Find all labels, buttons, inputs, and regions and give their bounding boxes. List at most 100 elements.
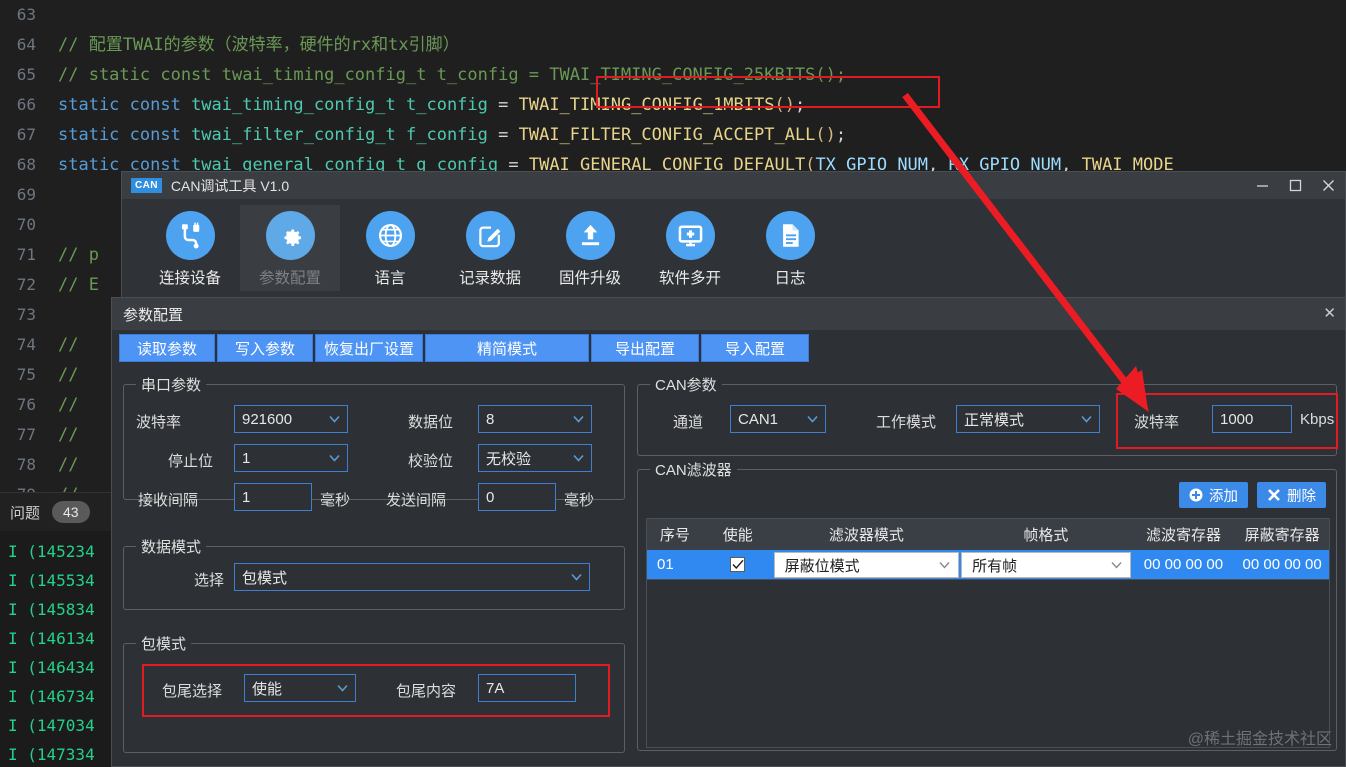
packet-mode-title: 包模式 bbox=[136, 633, 192, 654]
serial-baudrate-value: 921600 bbox=[242, 410, 293, 428]
can-filter-title: CAN滤波器 bbox=[650, 459, 737, 480]
can-baudrate-value: 1000 bbox=[1220, 410, 1254, 428]
filter-mode-cell: 屏蔽位模式 bbox=[773, 550, 960, 579]
toolbar-item-label: 固件升级 bbox=[558, 270, 621, 287]
line-number: 67 bbox=[16, 125, 36, 144]
serial-tx-interval-input[interactable]: 0 bbox=[478, 483, 556, 511]
filter-col-header: 滤波寄存器 bbox=[1145, 527, 1221, 544]
toolbar-item-4[interactable]: 固件升级 bbox=[540, 205, 640, 291]
close-x-icon bbox=[1268, 489, 1280, 501]
frame-format-cell: 所有帧 bbox=[960, 550, 1131, 579]
filter-table: 序号 使能 滤波器模式 帧格式 滤波寄存器 屏蔽寄存器 01 屏蔽位模式 所有帧 00 00 0… bbox=[646, 518, 1330, 748]
tail-select-value: 使能 bbox=[252, 680, 283, 698]
toolbar-item-3[interactable]: 记录数据 bbox=[440, 205, 540, 291]
code-token: TWAI_TIMING_CONFIG_1MBITS bbox=[518, 95, 775, 115]
serial-stopbits-select[interactable]: 1 bbox=[234, 444, 348, 472]
close-icon[interactable] bbox=[1312, 172, 1345, 199]
line-number: 73 bbox=[16, 305, 36, 324]
can-mode-label: 工作模式 bbox=[876, 414, 937, 431]
dialog-titlebar: 参数配置 ✕ bbox=[112, 298, 1345, 330]
line-number: 69 bbox=[16, 185, 36, 204]
chevron-down-icon bbox=[807, 415, 818, 423]
can-baudrate-input[interactable]: 1000 bbox=[1212, 405, 1292, 433]
frame-format-select[interactable]: 所有帧 bbox=[961, 552, 1131, 578]
serial-rx-interval-value: 1 bbox=[242, 488, 251, 506]
toolbar-item-label: 参数配置 bbox=[258, 270, 321, 287]
code-line: 67 static const twai_filter_config_t f_co… bbox=[0, 120, 1346, 150]
data-mode-value: 包模式 bbox=[242, 569, 288, 587]
filter-enable-checkbox[interactable] bbox=[730, 557, 746, 572]
filter-col-header: 帧格式 bbox=[1023, 527, 1069, 544]
serial-rx-interval-input[interactable]: 1 bbox=[234, 483, 312, 511]
serial-parity-select[interactable]: 无校验 bbox=[478, 444, 592, 472]
dialog-close-icon[interactable]: ✕ bbox=[1323, 306, 1336, 321]
can-params-group: CAN参数 通道 CAN1 工作模式 正常模式 波特率 1000 Kbps bbox=[637, 374, 1338, 456]
can-window-titlebar[interactable]: CAN CAN调试工具 V1.0 bbox=[122, 172, 1345, 199]
can-window-title: CAN调试工具 V1.0 bbox=[170, 177, 290, 194]
data-mode-select-label: 选择 bbox=[194, 572, 225, 589]
serial-stopbits-value: 1 bbox=[242, 449, 251, 467]
serial-baudrate-label: 波特率 bbox=[136, 414, 182, 431]
data-mode-select[interactable]: 包模式 bbox=[234, 563, 590, 591]
code-token: TWAI_FILTER_CONFIG_ACCEPT_ALL bbox=[518, 125, 816, 145]
code-token: // bbox=[58, 365, 79, 385]
code-token: = bbox=[498, 95, 519, 115]
code-line: 64 // 配置TWAI的参数（波特率，硬件的rx和tx引脚） bbox=[0, 30, 1346, 60]
toolbar-item-2[interactable]: 语言 bbox=[340, 205, 440, 291]
add-filter-button[interactable]: 添加 bbox=[1179, 482, 1248, 508]
line-number: 70 bbox=[16, 215, 36, 234]
chevron-down-icon bbox=[329, 415, 340, 423]
toolbar-item-6[interactable]: 日志 bbox=[740, 205, 840, 291]
code-token: f_config bbox=[406, 125, 499, 145]
code-token: ; bbox=[794, 95, 806, 115]
can-mode-value: 正常模式 bbox=[964, 411, 1025, 429]
can-filter-group: CAN滤波器 添加 删除 序号 使能 滤波器模式 帧格式 滤波寄存器 屏蔽寄存器… bbox=[637, 459, 1337, 751]
can-params-title: CAN参数 bbox=[650, 374, 722, 395]
filter-actions: 添加 删除 bbox=[1179, 482, 1326, 508]
can-channel-value: CAN1 bbox=[738, 410, 779, 428]
chevron-down-icon bbox=[1111, 562, 1122, 569]
code-token: // bbox=[58, 425, 79, 445]
toolbar-item-5[interactable]: 软件多开 bbox=[640, 205, 740, 291]
can-tool-window: CAN CAN调试工具 V1.0 连接设备 参数配置 语言 记录数据 固件升级 软件多开 日… bbox=[121, 171, 1346, 297]
param-config-dialog: 参数配置 ✕ 读取参数 写入参数 恢复出厂设置 精简模式 导出配置 导入配置 串口参数 波… bbox=[111, 297, 1346, 767]
line-number: 68 bbox=[16, 155, 36, 174]
line-number: 74 bbox=[16, 335, 36, 354]
dialog-tab-1[interactable]: 写入参数 bbox=[217, 334, 313, 362]
mask-register-cell[interactable]: 00 00 00 00 bbox=[1235, 550, 1329, 579]
tab-problems[interactable]: 问题 bbox=[10, 502, 40, 523]
add-filter-label: 添加 bbox=[1209, 488, 1238, 505]
toolbar-item-0[interactable]: 连接设备 bbox=[140, 205, 240, 291]
serial-databits-select[interactable]: 8 bbox=[478, 405, 592, 433]
delete-filter-button[interactable]: 删除 bbox=[1257, 482, 1326, 508]
code-token: () bbox=[774, 95, 795, 115]
code-token: () bbox=[815, 125, 836, 145]
dialog-tab-4[interactable]: 导出配置 bbox=[591, 334, 699, 362]
code-token: // bbox=[58, 335, 79, 355]
chevron-down-icon bbox=[573, 454, 584, 462]
tail-content-input[interactable]: 7A bbox=[478, 674, 576, 702]
dialog-tab-0[interactable]: 读取参数 bbox=[119, 334, 215, 362]
dialog-tab-5[interactable]: 导入配置 bbox=[701, 334, 809, 362]
serial-params-title: 串口参数 bbox=[136, 374, 207, 395]
serial-baudrate-select[interactable]: 921600 bbox=[234, 405, 348, 433]
filter-register-cell[interactable]: 00 00 00 00 bbox=[1132, 550, 1236, 579]
filter-table-row[interactable]: 01 屏蔽位模式 所有帧 00 00 00 00 00 00 00 00 bbox=[646, 550, 1330, 580]
chevron-down-icon bbox=[337, 684, 348, 692]
filter-mode-select[interactable]: 屏蔽位模式 bbox=[773, 552, 960, 578]
dialog-tab-3[interactable]: 精简模式 bbox=[425, 334, 589, 362]
chevron-down-icon bbox=[1081, 415, 1092, 423]
tail-select[interactable]: 使能 bbox=[244, 674, 356, 702]
dialog-tab-2[interactable]: 恢复出厂设置 bbox=[315, 334, 423, 362]
maximize-icon[interactable] bbox=[1279, 172, 1312, 199]
can-channel-select[interactable]: CAN1 bbox=[730, 405, 826, 433]
serial-tx-unit: 毫秒 bbox=[564, 492, 595, 509]
watermark-text: @稀土掘金技术社区 bbox=[1187, 731, 1332, 748]
can-mode-select[interactable]: 正常模式 bbox=[956, 405, 1100, 433]
toolbar-item-1[interactable]: 参数配置 bbox=[240, 205, 340, 291]
line-number: 76 bbox=[16, 395, 36, 414]
code-line: 66 static const twai_timing_config_t t_co… bbox=[0, 90, 1346, 120]
serial-databits-value: 8 bbox=[486, 410, 495, 428]
minimize-icon[interactable] bbox=[1246, 172, 1279, 199]
chevron-down-icon bbox=[573, 415, 584, 423]
